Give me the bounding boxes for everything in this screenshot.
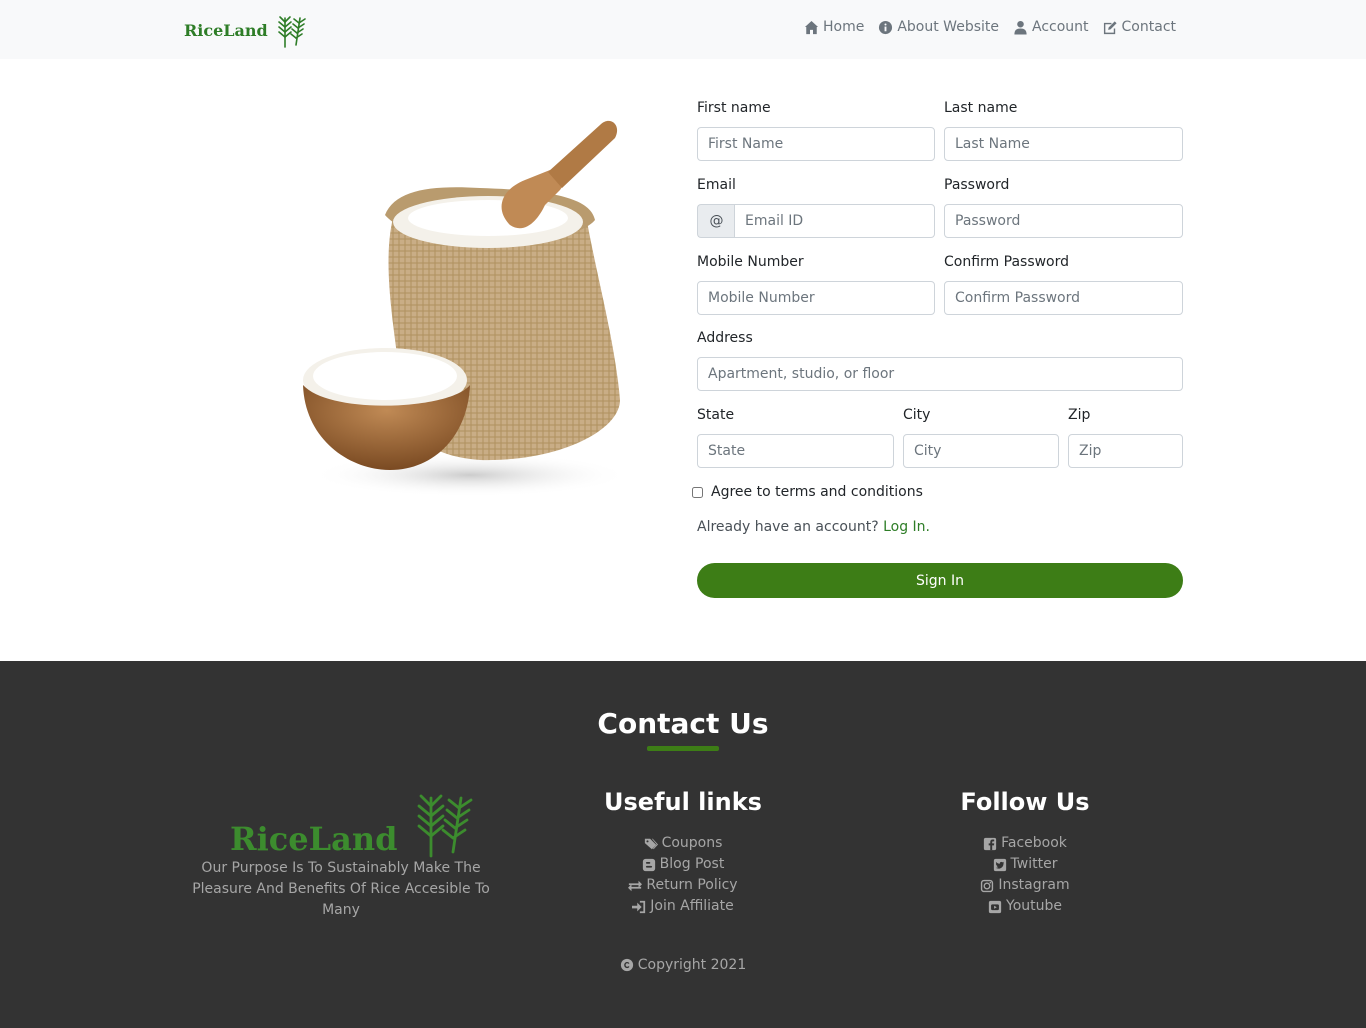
state-label: State (697, 407, 735, 423)
terms-label: Agree to terms and conditions (711, 484, 923, 500)
return-policy-link[interactable]: Return Policy (583, 875, 783, 896)
home-icon (804, 20, 819, 34)
copyright-text: Copyright 2021 (637, 957, 747, 973)
join-affiliate-label: Join Affiliate (650, 898, 734, 914)
sign-in-icon (632, 900, 646, 913)
first-name-input[interactable] (697, 127, 935, 161)
blogger-icon (642, 858, 655, 871)
user-icon (1014, 20, 1027, 35)
follow-us-list: Facebook Twitter Instagram Youtube (925, 833, 1125, 917)
return-policy-label: Return Policy (646, 877, 738, 893)
contact-us-heading: Contact Us (597, 707, 769, 740)
brand-logo[interactable]: RiceLand (184, 12, 310, 48)
footer-brand-logo: RiceLand (230, 786, 481, 858)
mobile-input[interactable] (697, 281, 935, 315)
email-label: Email (697, 177, 736, 193)
state-input[interactable] (697, 434, 894, 468)
footer-brand-name: RiceLand (230, 820, 398, 858)
nav-contact-label: Contact (1121, 19, 1176, 35)
mobile-label: Mobile Number (697, 254, 804, 270)
confirm-password-input[interactable] (944, 281, 1183, 315)
nav-about-label: About Website (897, 19, 999, 35)
edit-icon (1103, 20, 1117, 34)
wheat-icon (277, 16, 306, 48)
useful-links-list: Coupons Blog Post Return Policy Join Aff… (583, 833, 783, 917)
login-link[interactable]: Log In. (883, 519, 930, 535)
navbar: RiceLand Home About Website Account Cont… (0, 0, 1366, 59)
brand-name: RiceLand (184, 20, 268, 40)
nav-home[interactable]: Home (804, 19, 864, 35)
terms-checkbox[interactable] (692, 486, 703, 498)
join-affiliate-link[interactable]: Join Affiliate (583, 896, 783, 917)
email-at-addon: @ (697, 204, 735, 238)
twitter-link[interactable]: Twitter (925, 854, 1125, 875)
confirm-password-label: Confirm Password (944, 254, 1070, 270)
facebook-label: Facebook (1001, 835, 1067, 851)
sign-in-button[interactable]: Sign In (697, 563, 1183, 598)
nav-home-label: Home (823, 19, 865, 35)
zip-input[interactable] (1068, 434, 1183, 468)
instagram-icon (981, 879, 994, 892)
follow-us-heading: Follow Us (960, 788, 1090, 816)
address-label: Address (697, 330, 753, 346)
instagram-label: Instagram (998, 877, 1070, 893)
facebook-icon (983, 837, 997, 850)
city-label: City (903, 407, 931, 423)
zip-label: Zip (1068, 407, 1091, 423)
blog-post-link[interactable]: Blog Post (583, 854, 783, 875)
youtube-label: Youtube (1006, 898, 1062, 914)
coupons-label: Coupons (661, 835, 723, 851)
rice-sack-image (303, 120, 630, 497)
facebook-link[interactable]: Facebook (925, 833, 1125, 854)
city-input[interactable] (903, 434, 1059, 468)
nav-account-label: Account (1032, 19, 1089, 35)
copyright: Copyright 2021 (0, 957, 1366, 973)
address-input[interactable] (697, 357, 1183, 391)
last-name-input[interactable] (944, 127, 1183, 161)
email-input[interactable] (734, 204, 935, 238)
footer: Contact Us RiceLand Our Purpose Is To Su… (0, 661, 1366, 1028)
twitter-icon (993, 858, 1006, 871)
nav-contact[interactable]: Contact (1103, 19, 1176, 35)
copyright-icon (620, 958, 633, 972)
nav-account[interactable]: Account (1013, 19, 1089, 35)
info-icon (879, 20, 893, 34)
password-label: Password (944, 177, 1010, 193)
nav-about[interactable]: About Website (878, 19, 999, 35)
nav-menu: Home About Website Account Contact (804, 19, 1176, 35)
last-name-label: Last name (944, 100, 1018, 116)
exchange-icon (628, 880, 643, 891)
password-input[interactable] (944, 204, 1183, 238)
terms-row: Agree to terms and conditions (692, 484, 923, 500)
instagram-link[interactable]: Instagram (925, 875, 1125, 896)
tags-icon (644, 838, 658, 849)
login-prompt: Already have an account? Log In. (697, 519, 930, 535)
useful-links-heading: Useful links (604, 788, 762, 816)
youtube-link[interactable]: Youtube (925, 896, 1125, 917)
twitter-label: Twitter (1010, 856, 1058, 872)
blog-post-label: Blog Post (659, 856, 725, 872)
coupons-link[interactable]: Coupons (583, 833, 783, 854)
wheat-icon (418, 794, 473, 858)
heading-underline (647, 746, 719, 751)
login-prompt-text: Already have an account? (697, 519, 879, 535)
purpose-statement: Our Purpose Is To Sustainably Make The P… (192, 860, 490, 918)
youtube-icon (988, 900, 1002, 913)
first-name-label: First name (697, 100, 771, 116)
